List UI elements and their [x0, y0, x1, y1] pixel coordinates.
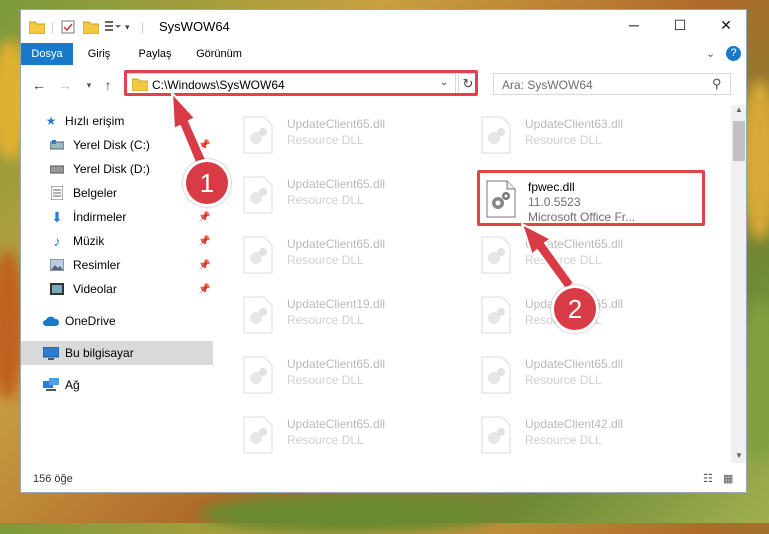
step-badge-2: 2	[551, 285, 599, 333]
step-badge-1: 1	[183, 159, 231, 207]
arrow-2	[521, 223, 575, 291]
annotation-arrows	[171, 92, 575, 291]
arrow-1	[171, 92, 208, 168]
